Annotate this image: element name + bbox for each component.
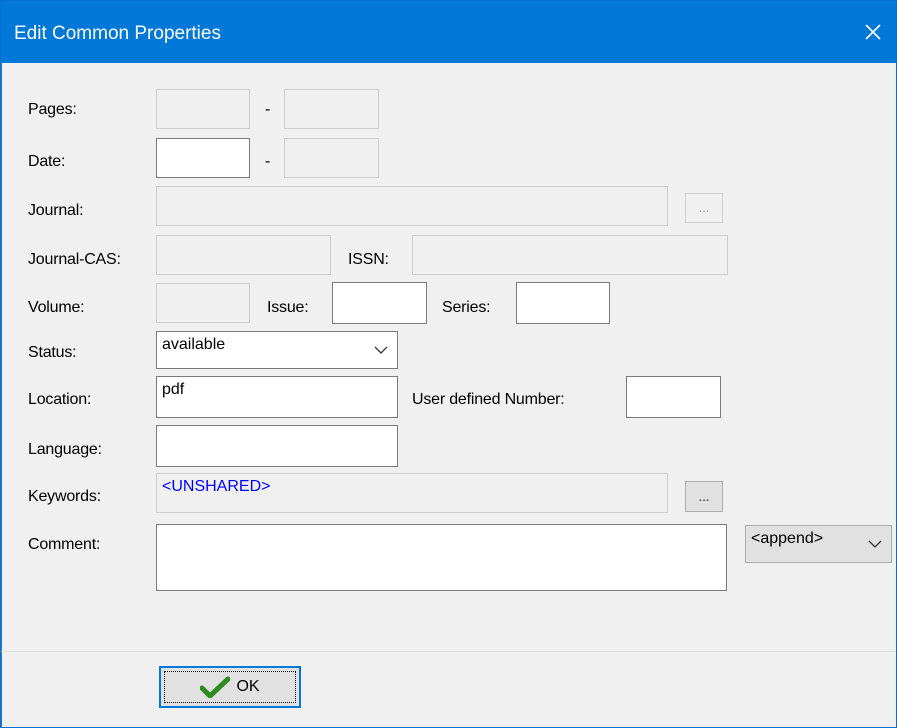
issn-field [412,235,728,275]
status-value: available [162,336,226,353]
pages-label: Pages: [28,101,77,118]
issue-field[interactable] [332,282,427,324]
footer-divider [1,651,896,652]
language-label: Language: [28,441,102,458]
series-field[interactable] [516,282,610,324]
status-label: Status: [28,344,77,361]
user-number-label: User defined Number: [412,391,565,408]
volume-label: Volume: [28,299,85,316]
journal-field [156,186,668,226]
volume-field [156,283,250,323]
keywords-browse-button[interactable]: ... [685,481,723,512]
checkmark-icon [200,676,231,698]
chevron-down-icon [374,346,388,354]
issue-label: Issue: [267,299,309,316]
window-title: Edit Common Properties [14,23,221,44]
close-button[interactable] [850,1,896,63]
status-dropdown-arrow[interactable] [368,332,394,368]
keywords-label: Keywords: [28,488,101,505]
pages-separator: - [265,101,271,118]
journal-browse-button: ... [685,193,723,223]
issn-label: ISSN: [348,251,389,268]
comment-field[interactable] [156,524,727,591]
date-separator: - [265,153,271,170]
comment-mode-dropdown-arrow[interactable] [862,526,888,562]
dialog-window: Edit Common Properties Pages: - Date: - … [0,0,897,728]
journal-cas-field [156,235,331,275]
ok-button[interactable]: OK [159,666,301,708]
journal-cas-label: Journal-CAS: [28,251,121,268]
keywords-field[interactable]: <UNSHARED> [156,473,668,513]
comment-label: Comment: [28,536,101,553]
date-end-field [284,138,379,178]
pages-start-field [156,89,250,129]
ok-label: OK [236,678,260,695]
title-bar: Edit Common Properties [1,1,896,63]
comment-mode-select[interactable]: <append> [745,525,892,563]
location-field[interactable]: pdf [156,376,398,418]
comment-mode-value: <append> [751,530,824,547]
date-label: Date: [28,153,66,170]
language-field[interactable] [156,425,398,467]
close-icon [865,24,881,40]
date-field[interactable] [156,138,250,178]
status-select[interactable]: available [156,331,398,369]
pages-end-field [284,89,379,129]
location-label: Location: [28,391,92,408]
chevron-down-icon [868,540,882,548]
user-number-field[interactable] [626,376,721,418]
series-label: Series: [442,299,491,316]
left-edge [1,63,2,727]
journal-label: Journal: [28,202,84,219]
